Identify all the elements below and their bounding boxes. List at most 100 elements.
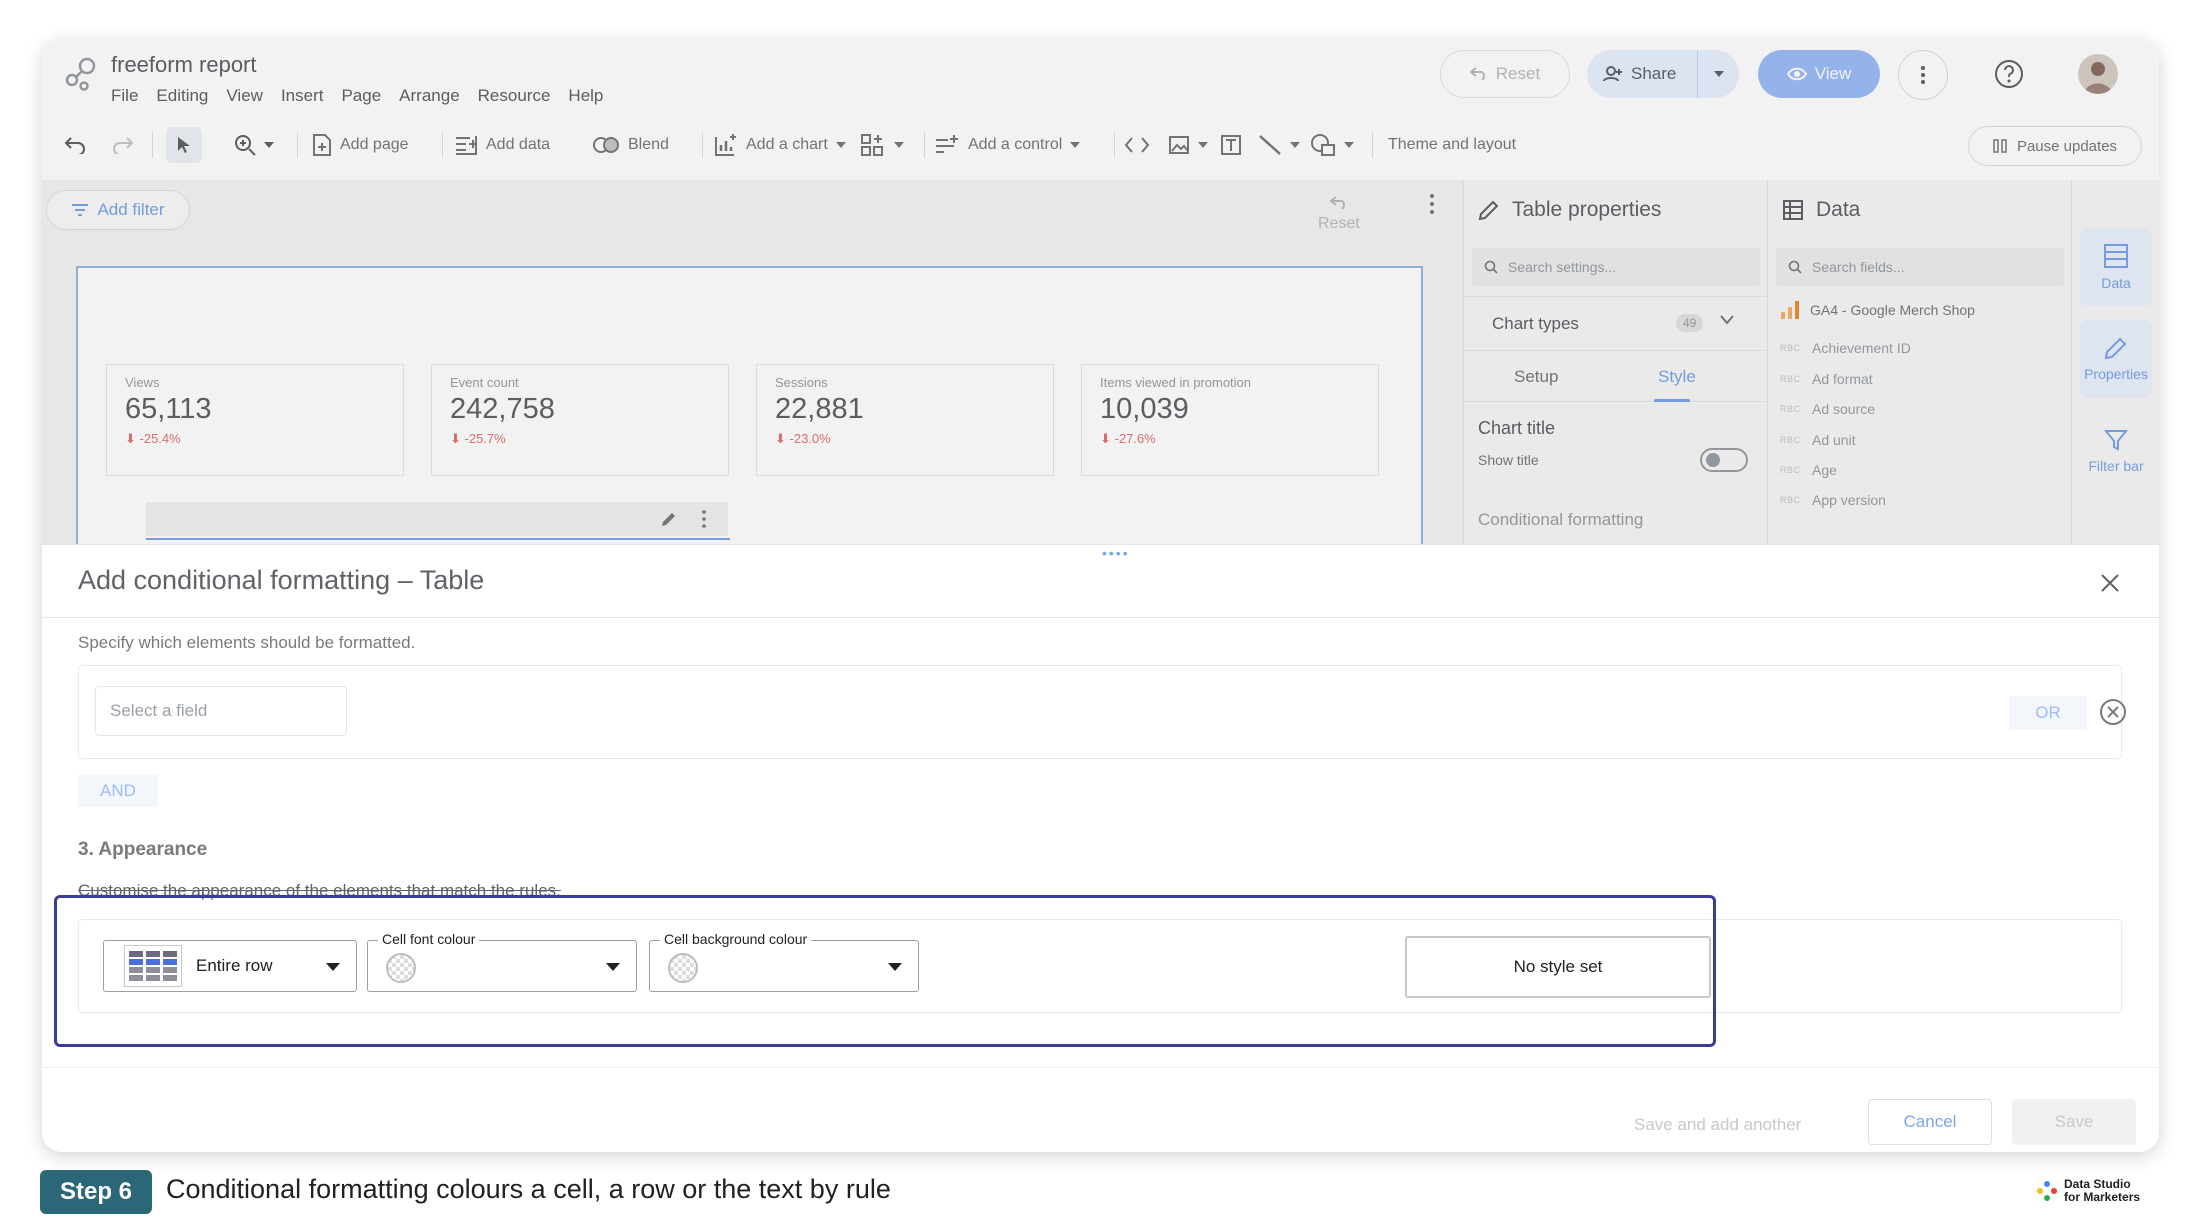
- table-more-icon[interactable]: [702, 510, 706, 528]
- add-data-button[interactable]: Add data: [454, 122, 550, 168]
- conditional-formatting-section[interactable]: Conditional formatting: [1478, 510, 1643, 530]
- rail-filter-bar-button[interactable]: Filter bar: [2080, 412, 2152, 490]
- menu-insert[interactable]: Insert: [281, 86, 324, 106]
- shape-button[interactable]: [1310, 122, 1354, 168]
- cell-font-colour-picker[interactable]: Cell font colour: [367, 931, 637, 992]
- select-tool-button[interactable]: [166, 127, 202, 163]
- share-button[interactable]: Share: [1587, 50, 1739, 98]
- tab-style[interactable]: Style: [1658, 367, 1696, 387]
- search-settings-input[interactable]: Search settings...: [1472, 248, 1760, 286]
- data-panel: Data Search fields... GA4 - Google Merch…: [1767, 180, 2071, 544]
- select-field-dropdown[interactable]: Select a field: [95, 686, 347, 736]
- zoom-button[interactable]: [234, 122, 274, 168]
- rail-data-button[interactable]: Data: [2080, 228, 2152, 306]
- show-title-toggle[interactable]: [1700, 448, 1748, 472]
- cell-font-colour-label: Cell font colour: [378, 931, 480, 947]
- cell-background-colour-picker[interactable]: Cell background colour: [649, 931, 919, 992]
- tab-setup[interactable]: Setup: [1514, 367, 1558, 387]
- report-canvas: Views 65,113 ⬇ -25.4% Event count 242,75…: [42, 240, 1463, 556]
- eye-icon: [1786, 67, 1807, 81]
- menu-resource[interactable]: Resource: [478, 86, 551, 106]
- undo-button[interactable]: [64, 122, 86, 168]
- or-button[interactable]: OR: [2009, 696, 2087, 730]
- cell-background-colour-label: Cell background colour: [660, 931, 812, 947]
- resize-handle-icon[interactable]: ••••: [1102, 545, 1130, 561]
- scorecard-event-count[interactable]: Event count 242,758 ⬇ -25.7%: [431, 364, 729, 476]
- pause-updates-button[interactable]: Pause updates: [1968, 126, 2142, 166]
- line-button[interactable]: [1258, 122, 1300, 168]
- save-and-add-another-button[interactable]: Save and add another: [1634, 1115, 1801, 1135]
- add-filter-button[interactable]: Add filter: [46, 190, 190, 230]
- scorecard-views[interactable]: Views 65,113 ⬇ -25.4%: [106, 364, 404, 476]
- and-button[interactable]: AND: [78, 775, 158, 807]
- community-viz-button[interactable]: [860, 122, 904, 168]
- blend-label: Blend: [628, 136, 669, 153]
- help-icon[interactable]: [1993, 58, 2025, 90]
- text-box-button[interactable]: [1220, 122, 1242, 168]
- table-row-icon: [124, 945, 182, 987]
- share-label: Share: [1631, 64, 1677, 83]
- pencil-edit-icon[interactable]: [660, 510, 678, 528]
- scorecard-delta: ⬇ -25.7%: [450, 431, 506, 446]
- theme-layout-button[interactable]: Theme and layout: [1388, 122, 1516, 168]
- add-page-label: Add page: [340, 136, 409, 153]
- save-button[interactable]: Save: [2012, 1099, 2136, 1145]
- table-header-toolbar[interactable]: [146, 502, 728, 536]
- chart-types-count-badge: 49: [1676, 314, 1704, 332]
- blend-button[interactable]: Blend: [592, 122, 669, 168]
- menu-page[interactable]: Page: [341, 86, 381, 106]
- caret-down-icon: [888, 963, 902, 971]
- person-add-icon: [1603, 66, 1622, 82]
- share-dropdown-caret-icon[interactable]: [1697, 50, 1739, 98]
- filter-bar: Add filter Reset: [42, 180, 1463, 240]
- canvas-more-icon[interactable]: [1430, 194, 1434, 219]
- report-page[interactable]: Views 65,113 ⬇ -25.4% Event count 242,75…: [76, 266, 1423, 556]
- add-chart-button[interactable]: Add a chart: [714, 122, 846, 168]
- active-tab-indicator: [1654, 399, 1690, 402]
- properties-tabs: Setup Style: [1464, 350, 1768, 402]
- menu-help[interactable]: Help: [568, 86, 603, 106]
- format-scope-dropdown[interactable]: Entire row: [103, 940, 357, 992]
- user-avatar[interactable]: [2078, 54, 2118, 94]
- field-item[interactable]: RBC Ad source: [1780, 401, 1875, 417]
- show-title-label: Show title: [1478, 452, 1539, 468]
- caret-down-icon: [326, 963, 340, 971]
- reset-button[interactable]: Reset: [1440, 50, 1570, 98]
- field-item[interactable]: RBC Ad unit: [1780, 432, 1856, 448]
- scorecard-items-viewed[interactable]: Items viewed in promotion 10,039 ⬇ -27.6…: [1081, 364, 1379, 476]
- search-icon: [1484, 260, 1498, 274]
- field-item[interactable]: RBC App version: [1780, 492, 1886, 508]
- chart-types-selector[interactable]: Chart types 49: [1464, 296, 1768, 350]
- close-icon[interactable]: [2100, 573, 2120, 593]
- menu-file[interactable]: File: [111, 86, 138, 106]
- remove-circle-icon[interactable]: [2099, 698, 2127, 726]
- undo-arrow-icon: [1469, 67, 1485, 81]
- cancel-button[interactable]: Cancel: [1868, 1099, 1992, 1145]
- add-page-button[interactable]: Add page: [312, 122, 409, 168]
- image-button[interactable]: [1168, 122, 1208, 168]
- properties-panel-title: Table properties: [1478, 198, 1661, 222]
- menu-view[interactable]: View: [226, 86, 263, 106]
- scorecard-value: 22,881: [775, 393, 864, 425]
- data-panel-title: Data: [1782, 198, 1860, 222]
- field-item[interactable]: RBC Age: [1780, 462, 1837, 478]
- menu-arrange[interactable]: Arrange: [399, 86, 459, 106]
- search-fields-input[interactable]: Search fields...: [1776, 248, 2064, 286]
- canvas-reset-button[interactable]: Reset: [1318, 196, 1360, 233]
- data-source-row[interactable]: GA4 - Google Merch Shop: [1780, 300, 1975, 320]
- more-options-button[interactable]: [1898, 50, 1948, 100]
- scorecard-label: Event count: [450, 375, 519, 390]
- field-item[interactable]: RBC Achievement ID: [1780, 340, 1911, 356]
- field-item[interactable]: RBC Ad format: [1780, 371, 1873, 387]
- blend-icon: [593, 137, 619, 153]
- add-control-button[interactable]: Add a control: [934, 122, 1081, 168]
- rail-properties-button[interactable]: Properties: [2080, 320, 2152, 398]
- scorecard-sessions[interactable]: Sessions 22,881 ⬇ -23.0%: [756, 364, 1054, 476]
- report-title[interactable]: freeform report: [111, 52, 257, 78]
- scorecard-value: 242,758: [450, 393, 555, 425]
- embed-url-button[interactable]: [1124, 122, 1150, 168]
- redo-button[interactable]: [112, 122, 134, 168]
- menu-editing[interactable]: Editing: [156, 86, 208, 106]
- transparent-swatch-icon: [386, 953, 416, 983]
- view-button[interactable]: View: [1758, 50, 1880, 98]
